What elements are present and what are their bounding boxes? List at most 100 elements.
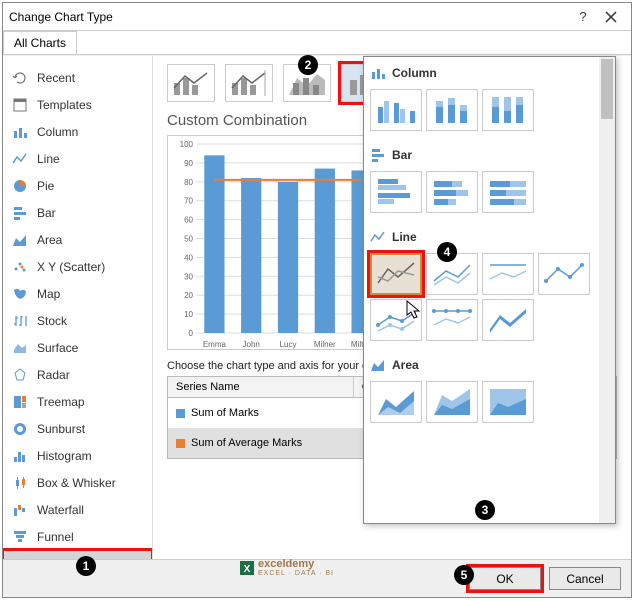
svg-text:Emma: Emma [203,340,227,349]
chart-type-100-stacked-area[interactable] [482,381,534,423]
sidebar-item-recent[interactable]: Recent [3,64,152,91]
svg-text:X: X [244,564,251,575]
area-icon [11,231,29,249]
sidebar-item-box-whisker[interactable]: Box & Whisker [3,469,152,496]
tab-all-charts[interactable]: All Charts [3,31,77,54]
chart-type-area[interactable] [370,381,422,423]
svg-text:60: 60 [184,216,193,225]
templates-icon [11,96,29,114]
sidebar-item-label: Templates [37,98,92,112]
treemap-icon [11,393,29,411]
annotation-4: 4 [437,242,457,262]
dialog-title: Change Chart Type [9,10,113,24]
section-title: Area [370,353,615,377]
sidebar-item-label: X Y (Scatter) [37,260,105,274]
annotation-2: 2 [298,55,318,75]
sidebar-item-area[interactable]: Area [3,226,152,253]
map-icon [11,285,29,303]
recent-icon [11,69,29,87]
chart-type-100-stacked-column[interactable] [482,89,534,131]
sidebar-item-treemap[interactable]: Treemap [3,388,152,415]
tab-strip: All Charts [3,31,631,55]
annotation-1: 1 [76,556,96,576]
sidebar-item-combo[interactable]: Combo [3,550,152,559]
sidebar-item-label: Treemap [37,395,85,409]
svg-text:50: 50 [184,235,193,244]
dropdown-scrollbar[interactable] [599,57,615,523]
body-area: Recent Templates Column Line Pie Bar Are… [3,56,631,559]
chart-type-clustered-column[interactable] [370,89,422,131]
sidebar-item-pie[interactable]: Pie [3,172,152,199]
help-button[interactable]: ? [569,7,597,27]
sidebar-item-map[interactable]: Map [3,280,152,307]
scrollbar-thumb[interactable] [601,59,613,119]
sidebar-item-column[interactable]: Column [3,118,152,145]
dropdown-section-bar: Bar [364,139,615,221]
sidebar-item-templates[interactable]: Templates [3,91,152,118]
close-button[interactable] [597,7,625,27]
sidebar-item-scatter[interactable]: X Y (Scatter) [3,253,152,280]
sidebar-item-waterfall[interactable]: Waterfall [3,496,152,523]
series-swatch [176,439,185,448]
line-icon [11,150,29,168]
chart-type-100-stacked-line-markers[interactable] [426,299,478,341]
chart-type-100-stacked-line[interactable] [482,253,534,295]
sidebar-item-label: Histogram [37,449,92,463]
watermark: X exceldemy EXCEL · DATA · BI [240,558,334,577]
scatter-icon [11,258,29,276]
sidebar-item-histogram[interactable]: Histogram [3,442,152,469]
chart-preview: 0102030405060708090100EmmaJohnLucyMilner… [167,135,387,350]
sidebar-item-label: Line [37,152,60,166]
sidebar-item-surface[interactable]: Surface [3,334,152,361]
funnel-icon [11,528,29,546]
sidebar-item-radar[interactable]: Radar [3,361,152,388]
series-name: Sum of Marks [191,407,366,419]
ok-button[interactable]: OK [469,567,541,590]
annotation-3: 3 [475,500,495,520]
svg-text:90: 90 [184,159,193,168]
sidebar-item-bar[interactable]: Bar [3,199,152,226]
sidebar-item-label: Waterfall [37,503,84,517]
section-title: Bar [370,143,615,167]
chart-type-line-markers[interactable] [538,253,590,295]
section-title: Line [370,225,615,249]
series-swatch [176,409,185,418]
chart-type-100-stacked-bar[interactable] [482,171,534,213]
svg-text:0: 0 [189,329,194,338]
chart-type-stacked-area[interactable] [426,381,478,423]
chart-type-line[interactable] [370,253,422,295]
cancel-button[interactable]: Cancel [549,567,621,590]
box-whisker-icon [11,474,29,492]
line-icon [370,229,386,245]
dropdown-section-area: Area [364,349,615,431]
sidebar-item-line[interactable]: Line [3,145,152,172]
dropdown-section-column: Column [364,57,615,139]
column-icon [11,123,29,141]
sidebar-item-funnel[interactable]: Funnel [3,523,152,550]
chart-type-stacked-bar[interactable] [426,171,478,213]
chart-type-3d-line[interactable] [482,299,534,341]
sidebar-item-label: Map [37,287,60,301]
area-icon [370,357,386,373]
sidebar-item-stock[interactable]: Stock [3,307,152,334]
sunburst-icon [11,420,29,438]
surface-icon [11,339,29,357]
sidebar-item-label: Box & Whisker [37,476,116,490]
titlebar: Change Chart Type ? [3,3,631,31]
svg-text:40: 40 [184,253,193,262]
combo-subtype-2[interactable] [225,64,273,102]
chart-type-stacked-column[interactable] [426,89,478,131]
col-series-name: Series Name [168,377,354,397]
combo-subtype-1[interactable] [167,64,215,102]
sidebar-item-label: Stock [37,314,67,328]
sidebar-item-sunburst[interactable]: Sunburst [3,415,152,442]
section-title: Column [370,61,615,85]
sidebar-item-label: Radar [37,368,70,382]
svg-text:30: 30 [184,272,193,281]
sidebar-item-label: Column [37,125,78,139]
stock-icon [11,312,29,330]
histogram-icon [11,447,29,465]
sidebar-item-label: Bar [37,206,56,220]
radar-icon [11,366,29,384]
chart-type-clustered-bar[interactable] [370,171,422,213]
